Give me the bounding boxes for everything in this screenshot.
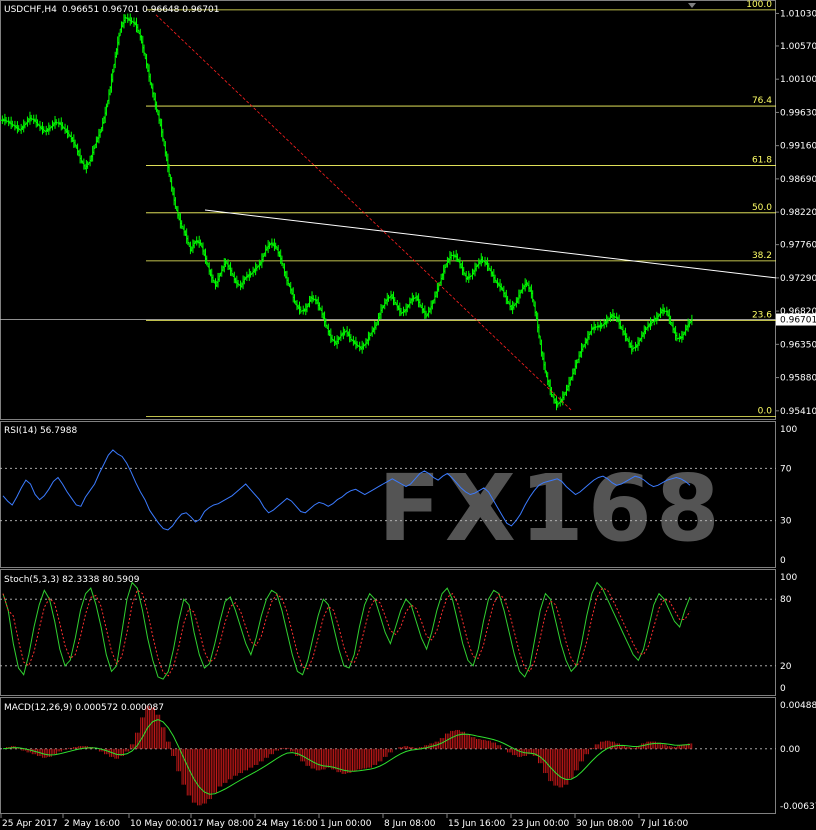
time-tick-label: 2 May 16:00 xyxy=(64,819,120,829)
time-tick-label: 8 Jun 08:00 xyxy=(384,819,436,829)
time-tick-label: 15 Jun 16:00 xyxy=(448,819,505,829)
stoch-level-label: 80 xyxy=(780,595,792,605)
rsi-level-label: 70 xyxy=(780,464,792,474)
macd-level-label: -0.006373 xyxy=(780,802,816,812)
price-tick-label: 0.95410 xyxy=(780,407,816,417)
time-tick-label: 10 May 00:00 xyxy=(130,819,192,829)
usdchf-chart[interactable]: FX168 100.0 76.4 61.8 50.0 38.2 23.6 0.0 1.010… xyxy=(0,0,816,830)
price-tick-label: 0.99160 xyxy=(780,142,816,152)
rsi-label: RSI(14) 56.7988 xyxy=(4,426,77,436)
price-tick-label: 0.99630 xyxy=(780,108,816,118)
fx168-watermark: FX168 xyxy=(378,455,724,562)
fib-level-label: 0.0 xyxy=(758,406,773,416)
stoch-level-label: 100 xyxy=(780,573,797,583)
symbol-title: USDCHF,H4 xyxy=(4,5,57,15)
macd-level-label: 0.004883 xyxy=(780,701,816,711)
price-tick-label: 0.98690 xyxy=(780,175,816,185)
time-tick-label: 23 Jun 00:00 xyxy=(512,819,569,829)
time-tick-label: 24 May 16:00 xyxy=(256,819,318,829)
stoch-label: Stoch(5,3,3) 82.3338 80.5909 xyxy=(4,575,140,585)
fib-level-label: 38.2 xyxy=(752,251,772,261)
fib-level-label: 50.0 xyxy=(752,203,772,213)
price-tick-label: 0.95880 xyxy=(780,374,816,384)
ohlc-readout: 0.96651 0.96701 0.96648 0.96701 xyxy=(62,5,219,15)
price-tick-label: 0.97760 xyxy=(780,241,816,251)
price-tick-label: 0.97290 xyxy=(780,274,816,284)
price-tick-label: 1.00570 xyxy=(780,42,816,52)
stoch-level-label: 0 xyxy=(780,684,786,694)
time-tick-label: 25 Apr 2017 xyxy=(2,819,58,829)
fib-level-label: 23.6 xyxy=(752,310,772,320)
rsi-level-label: 30 xyxy=(780,517,792,527)
stoch-level-label: 20 xyxy=(780,662,792,672)
time-tick-label: 1 Jun 00:00 xyxy=(320,819,372,829)
price-tick-label: 0.98220 xyxy=(780,208,816,218)
fib-level-label: 76.4 xyxy=(752,96,772,106)
current-price-label: 0.96701 xyxy=(780,316,816,326)
price-tick-label: 1.01030 xyxy=(780,9,816,19)
rsi-level-label: 100 xyxy=(780,425,797,435)
macd-label: MACD(12,26,9) 0.000572 0.000087 xyxy=(4,703,164,713)
rsi-level-label: 0 xyxy=(780,556,786,566)
macd-level-label: 0.00 xyxy=(780,745,800,755)
fib-level-label: 61.8 xyxy=(752,155,772,165)
time-tick-label: 30 Jun 08:00 xyxy=(576,819,633,829)
time-tick-label: 17 May 08:00 xyxy=(192,819,254,829)
time-tick-label: 7 Jul 16:00 xyxy=(640,819,689,829)
fib-level-label: 100.0 xyxy=(746,0,772,10)
price-tick-label: 0.96350 xyxy=(780,340,816,350)
price-tick-label: 1.00100 xyxy=(780,75,816,85)
